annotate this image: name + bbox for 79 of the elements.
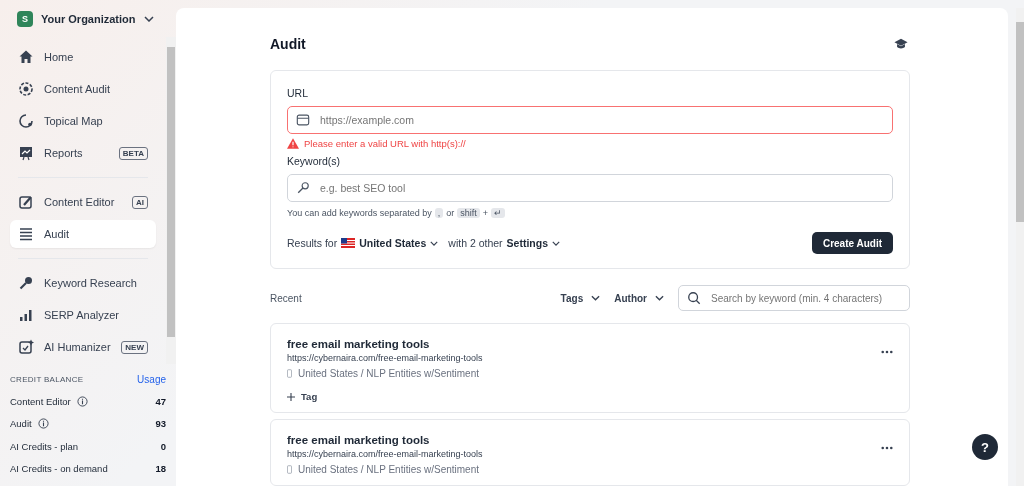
nav-item[interactable]: Reports BETA bbox=[10, 139, 156, 167]
chevron-down-icon[interactable] bbox=[552, 240, 560, 246]
nav-item[interactable]: Audit bbox=[10, 220, 156, 248]
key-hint: ↵ bbox=[491, 208, 506, 218]
recent-heading: Recent bbox=[270, 292, 302, 304]
nav-item[interactable]: Topical Map bbox=[10, 107, 156, 135]
browser-window-icon bbox=[296, 113, 310, 127]
nav-item[interactable]: Keyword Research bbox=[10, 269, 156, 297]
filter-dropdown[interactable]: Tags bbox=[560, 292, 601, 304]
circle-arrow-icon bbox=[18, 113, 34, 129]
nav-item[interactable]: Content Audit bbox=[10, 75, 156, 103]
create-audit-button[interactable]: Create Audit bbox=[811, 232, 893, 254]
home-icon bbox=[18, 49, 34, 65]
chevron-down-icon bbox=[591, 295, 601, 301]
list-icon bbox=[18, 226, 34, 242]
country-selector[interactable]: United States bbox=[359, 237, 427, 249]
credit-label: Audit bbox=[10, 418, 32, 430]
url-label: URL bbox=[287, 87, 309, 99]
audit-settings: United States / NLP Entities w/Sentiment bbox=[298, 368, 479, 379]
usage-link[interactable]: Usage bbox=[137, 373, 166, 385]
search-field[interactable]: Search by keyword (min. 4 characters) bbox=[678, 285, 910, 311]
nav-item[interactable]: AI Humanizer NEW bbox=[10, 333, 156, 361]
audit-url: https://cybernaira.com/free-email-marketing-tools bbox=[287, 449, 484, 459]
url-input[interactable]: https://example.com bbox=[287, 106, 893, 134]
info-icon[interactable] bbox=[37, 418, 49, 430]
credit-value: 18 bbox=[155, 463, 166, 475]
url-error-message: Please enter a valid URL with http(s):// bbox=[304, 138, 466, 149]
audit-card[interactable]: free email marketing tools https://cybernaira.com/free-email-marketing-tools United States / NLP Entities w/Sentiment bbox=[270, 419, 910, 486]
warning-icon bbox=[287, 138, 299, 149]
chart-board-icon bbox=[18, 145, 34, 161]
nav-badge: AI bbox=[132, 195, 148, 209]
page-title: Audit bbox=[270, 36, 306, 52]
hint-text: or bbox=[446, 208, 455, 218]
help-button[interactable]: ? bbox=[972, 434, 998, 460]
chevron-down-icon[interactable] bbox=[430, 240, 439, 246]
hint-text: + bbox=[482, 208, 489, 218]
results-for-label: Results for bbox=[287, 237, 338, 249]
more-options-icon[interactable] bbox=[881, 350, 893, 354]
search-icon bbox=[687, 291, 701, 305]
credit-value: 47 bbox=[155, 396, 166, 408]
graduation-cap-icon[interactable] bbox=[894, 37, 908, 51]
nav-badge: BETA bbox=[118, 146, 148, 160]
organization-name[interactable]: Your Organization bbox=[41, 13, 136, 25]
keyword-input[interactable]: e.g. best SEO tool bbox=[287, 174, 893, 202]
globe-icon bbox=[18, 81, 34, 97]
nav-badge: NEW bbox=[121, 340, 148, 354]
chevron-down-icon[interactable] bbox=[143, 16, 154, 22]
audit-title: free email marketing tools bbox=[287, 338, 431, 350]
audit-settings: United States / NLP Entities w/Sentiment bbox=[298, 464, 479, 475]
plus-icon bbox=[287, 392, 295, 401]
settings-selector[interactable]: Settings bbox=[506, 237, 548, 249]
scrollbar-thumb[interactable] bbox=[167, 47, 175, 337]
sparkle-square-icon bbox=[18, 339, 34, 355]
info-icon[interactable] bbox=[76, 396, 88, 408]
credit-balance-title: CREDIT BALANCE bbox=[10, 374, 84, 384]
organization-avatar: S bbox=[17, 11, 33, 27]
nav-item[interactable]: Home bbox=[10, 43, 156, 71]
credit-value: 0 bbox=[160, 440, 166, 452]
scrollbar-thumb[interactable] bbox=[1016, 22, 1024, 222]
credit-value: 93 bbox=[155, 418, 166, 430]
pencil-square-icon bbox=[18, 194, 34, 210]
key-hint: shift bbox=[457, 208, 480, 218]
credit-label: Content Editor bbox=[10, 396, 71, 408]
nav-item[interactable]: SERP Analyzer bbox=[10, 301, 156, 329]
more-options-icon[interactable] bbox=[881, 446, 893, 450]
add-tag-button[interactable]: Tag bbox=[287, 391, 318, 402]
keyword-label: Keyword(s) bbox=[287, 155, 342, 167]
credit-label: AI Credits - on demand bbox=[10, 463, 108, 475]
other-settings-text: with 2 other bbox=[448, 237, 503, 249]
bar-chart-icon bbox=[18, 307, 34, 323]
audit-title: free email marketing tools bbox=[287, 434, 431, 446]
filter-dropdown[interactable]: Author bbox=[614, 292, 664, 304]
audit-url: https://cybernaira.com/free-email-marketing-tools bbox=[287, 353, 484, 363]
nav-item[interactable]: Content Editor AI bbox=[10, 188, 156, 216]
chevron-down-icon bbox=[655, 295, 664, 301]
hint-text: You can add keywords separated by bbox=[287, 208, 432, 218]
credit-label: AI Credits - plan bbox=[10, 440, 79, 452]
audit-card[interactable]: free email marketing tools https://cybernaira.com/free-email-marketing-tools United States / NLP Entities w/Sentiment Tag bbox=[270, 323, 910, 413]
key-hint: , bbox=[434, 208, 444, 218]
